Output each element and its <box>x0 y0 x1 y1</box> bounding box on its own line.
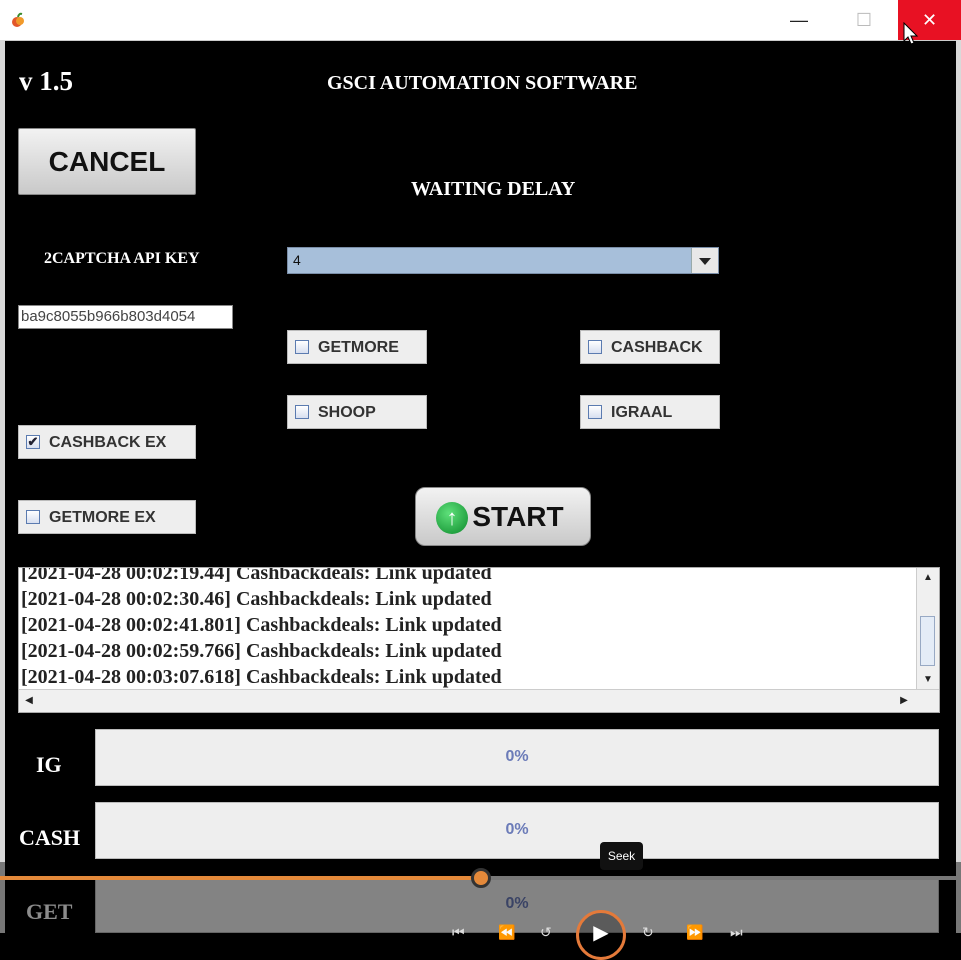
window-frame-left <box>0 40 5 933</box>
log-lines: [2021-04-28 00:02:19.44] Cashbackdeals: … <box>21 567 502 690</box>
log-line: [2021-04-28 00:02:30.46] Cashbackdeals: … <box>21 588 492 610</box>
checkmark-icon[interactable]: ✔ <box>26 435 40 449</box>
window-title-bar: — ☐ ✕ <box>0 0 961 41</box>
waiting-delay-title: WAITING DELAY <box>411 178 576 200</box>
waiting-delay-dropdown[interactable]: 4 <box>287 247 719 274</box>
progress-text: 0% <box>505 821 529 838</box>
ig-progress-label: IG <box>36 752 62 777</box>
seek-handle[interactable] <box>470 868 491 888</box>
arrow-up-icon: ↑ <box>436 502 468 534</box>
vertical-scrollbar[interactable]: ▲ ▼ <box>916 568 939 692</box>
checkbox-label: GETMORE EX <box>49 509 156 526</box>
checkbox-box[interactable] <box>588 405 602 419</box>
log-output[interactable]: [2021-04-28 00:02:19.44] Cashbackdeals: … <box>18 567 940 713</box>
cashback-ex-checkbox[interactable]: ✔ CASHBACK EX <box>18 425 196 459</box>
checkbox-box[interactable] <box>588 340 602 354</box>
horizontal-scrollbar[interactable]: ◀ ▶ <box>19 689 939 712</box>
checkbox-label: CASHBACK <box>611 339 703 356</box>
mouse-cursor-icon <box>903 22 919 45</box>
app-fruit-icon <box>12 12 24 27</box>
cash-progress-label: CASH <box>19 825 81 850</box>
play-button[interactable]: ▶ <box>576 910 626 960</box>
api-key-label: 2CAPTCHA API KEY <box>44 250 200 267</box>
cash-progress-bar: 0% <box>95 802 939 859</box>
checkbox-box[interactable] <box>295 405 309 419</box>
checkbox-label: SHOOP <box>318 404 376 421</box>
scroll-right-icon[interactable]: ▶ <box>894 690 914 712</box>
log-line: [2021-04-28 00:02:19.44] Cashbackdeals: … <box>21 567 492 584</box>
start-label: START <box>472 501 564 532</box>
shoop-checkbox[interactable]: SHOOP <box>287 395 427 429</box>
ig-progress-bar: 0% <box>95 729 939 786</box>
progress-text: 0% <box>505 748 529 765</box>
app-title: GSCI AUTOMATION SOFTWARE <box>327 72 638 94</box>
api-key-input[interactable]: ba9c8055b966b803d4054 <box>18 305 233 329</box>
start-button[interactable]: ↑ START <box>415 487 591 546</box>
getmore-ex-checkbox[interactable]: GETMORE EX <box>18 500 196 534</box>
maximize-button[interactable]: ☐ <box>835 0 893 40</box>
getmore-checkbox[interactable]: GETMORE <box>287 330 427 364</box>
cancel-button[interactable]: CANCEL <box>18 128 196 195</box>
checkbox-label: IGRAAL <box>611 404 673 421</box>
chevron-down-icon[interactable] <box>691 248 718 273</box>
minimize-button[interactable]: — <box>770 0 828 40</box>
scroll-up-icon[interactable]: ▲ <box>917 568 939 588</box>
seek-tooltip: Seek <box>600 842 643 870</box>
scroll-left-icon[interactable]: ◀ <box>19 690 39 712</box>
scrollbar-thumb[interactable] <box>920 616 935 666</box>
igraal-checkbox[interactable]: IGRAAL <box>580 395 720 429</box>
checkbox-label: GETMORE <box>318 339 399 356</box>
log-line: [2021-04-28 00:02:41.801] Cashbackdeals:… <box>21 614 502 636</box>
checkbox-label: CASHBACK EX <box>49 434 167 451</box>
dropdown-selected-value: 4 <box>293 252 301 268</box>
cashback-checkbox[interactable]: CASHBACK <box>580 330 720 364</box>
seek-bar-fill <box>0 876 481 880</box>
checkbox-box[interactable] <box>26 510 40 524</box>
checkbox-box[interactable] <box>295 340 309 354</box>
window-frame-right <box>956 40 961 933</box>
log-line: [2021-04-28 00:02:59.766] Cashbackdeals:… <box>21 640 502 662</box>
scroll-down-icon[interactable]: ▼ <box>917 670 939 690</box>
version-label: v 1.5 <box>19 66 73 96</box>
log-line: [2021-04-28 00:03:07.618] Cashbackdeals:… <box>21 666 502 688</box>
